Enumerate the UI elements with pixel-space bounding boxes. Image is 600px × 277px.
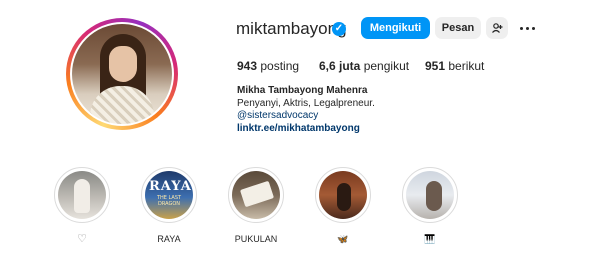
more-dot-icon (519, 26, 523, 30)
posts-count: 943 posting (237, 59, 299, 73)
highlight-label-piano-icon: 🎹 (424, 234, 436, 244)
highlight-label: PUKULAN (234, 234, 278, 244)
avatar-face (109, 46, 137, 82)
story-highlight[interactable]: ♡ (52, 167, 112, 245)
highlight-cover-title: RAYA (149, 179, 192, 194)
message-button[interactable]: Pesan (435, 17, 481, 39)
highlight-ring (402, 167, 458, 223)
add-user-button[interactable] (486, 17, 508, 39)
profile-full-name: Mikha Tambayong Mahenra (237, 85, 368, 96)
profile-mention-link[interactable]: @sistersadvocacy (237, 110, 375, 123)
avatar-gap (70, 22, 174, 126)
followers-count[interactable]: 6,6 juta pengikut (319, 59, 409, 73)
highlight-ring (228, 167, 284, 223)
verified-badge-icon: ✓ (332, 22, 346, 36)
highlight-ring (54, 167, 110, 223)
followers-value: 6,6 juta (319, 59, 361, 73)
story-highlight[interactable]: PUKULAN (226, 167, 286, 245)
profile-bio: Mikha Tambayong Mahenra Penyanyi, Aktris… (237, 85, 375, 135)
highlight-cover (58, 171, 106, 219)
highlight-label-heart-icon: ♡ (77, 233, 87, 245)
highlight-cover (319, 171, 367, 219)
following-label: berikut (448, 59, 485, 73)
more-options-button[interactable] (516, 17, 538, 39)
profile-avatar-ring[interactable] (66, 18, 178, 130)
highlight-label-butterfly-icon: 🦋 (337, 234, 349, 244)
profile-username: miktambayong (236, 19, 347, 38)
posts-label: posting (260, 59, 300, 73)
story-highlight[interactable]: 🦋 (313, 167, 373, 245)
following-button[interactable]: Mengikuti (361, 17, 430, 39)
profile-avatar[interactable] (72, 24, 172, 124)
highlight-ring: RAYA THE LAST DRAGON (141, 167, 197, 223)
more-dot-icon (531, 26, 535, 30)
followers-label: pengikut (363, 59, 410, 73)
highlight-cover-subtitle: THE LAST DRAGON (156, 195, 182, 207)
story-highlight[interactable]: 🎹 (400, 167, 460, 245)
story-highlight[interactable]: RAYA THE LAST DRAGON RAYA (139, 167, 199, 245)
highlight-cover: RAYA THE LAST DRAGON (145, 171, 193, 219)
highlight-ring (315, 167, 371, 223)
profile-description: Penyanyi, Aktris, Legalpreneur. (237, 97, 375, 109)
profile-external-link[interactable]: linktr.ee/mikhatambayong (237, 123, 375, 136)
following-count[interactable]: 951 berikut (425, 59, 484, 73)
following-value: 951 (425, 59, 446, 73)
highlight-cover (232, 171, 280, 219)
highlight-label: RAYA (157, 234, 181, 244)
highlight-cover (406, 171, 454, 219)
add-user-icon (492, 23, 503, 33)
more-dot-icon (525, 26, 529, 30)
posts-value: 943 (237, 59, 258, 73)
